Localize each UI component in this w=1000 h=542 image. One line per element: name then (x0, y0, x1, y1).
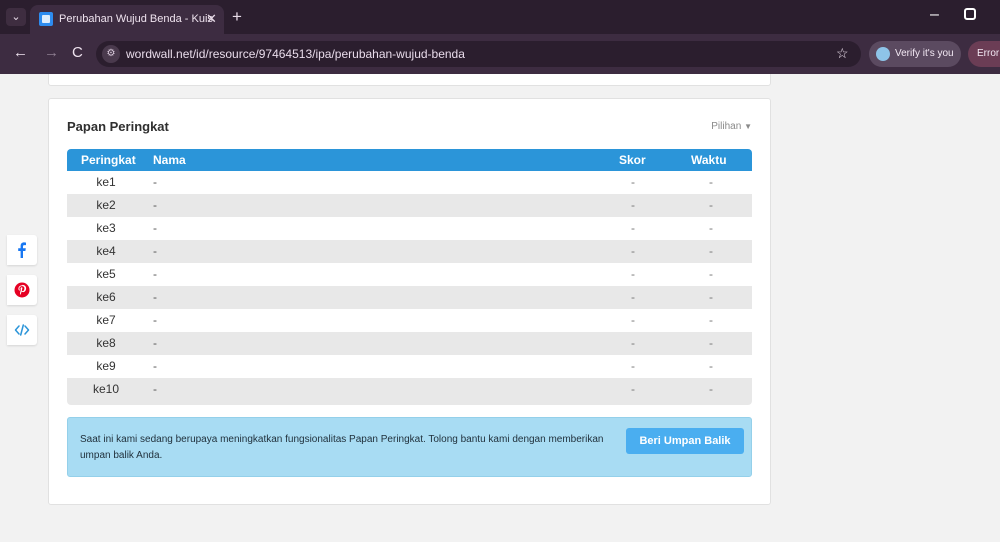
table-row: ke4 - - - (67, 240, 752, 263)
name-cell: - (153, 313, 157, 327)
table-row: ke10 - - - (67, 378, 752, 401)
score-cell: - (631, 382, 635, 396)
score-cell: - (631, 175, 635, 189)
score-cell: - (631, 290, 635, 304)
error-label: Error (977, 48, 1000, 59)
table-row: ke6 - - - (67, 286, 752, 309)
browser-toolbar: ← → C ⚙ wordwall.net/id/resource/9746451… (0, 34, 1000, 74)
table-row: ke5 - - - (67, 263, 752, 286)
leaderboard-title: Papan Peringkat (67, 119, 169, 134)
leaderboard-rows: ke1 - - - ke2 - - - ke3 - - - ke4 - - - ke5 - - - ke6 - -… (67, 171, 752, 401)
column-header-time: Waktu (691, 153, 727, 167)
forward-arrow-icon[interactable]: → (44, 44, 59, 61)
minimize-icon[interactable]: – (930, 6, 939, 24)
name-cell: - (153, 359, 157, 373)
score-cell: - (631, 313, 635, 327)
name-cell: - (153, 198, 157, 212)
new-tab-icon[interactable]: + (232, 7, 242, 27)
time-cell: - (709, 336, 713, 350)
name-cell: - (153, 267, 157, 281)
tab-title: Perubahan Wujud Benda - Kuis (59, 13, 213, 25)
name-cell: - (153, 175, 157, 189)
address-bar[interactable]: ⚙ wordwall.net/id/resource/97464513/ipa/… (96, 41, 861, 67)
wordwall-favicon-icon (39, 12, 53, 26)
column-header-name: Nama (153, 153, 186, 167)
time-cell: - (709, 382, 713, 396)
rank-cell: ke8 (96, 336, 116, 350)
table-row: ke1 - - - (67, 171, 752, 194)
profile-avatar-icon (876, 47, 890, 61)
tab-close-icon[interactable]: ✕ (206, 11, 217, 27)
reload-icon[interactable]: C (72, 44, 83, 61)
verify-label: Verify it's you (895, 48, 954, 59)
browser-tab[interactable]: Perubahan Wujud Benda - Kuis ✕ (30, 5, 224, 34)
rank-cell: ke7 (96, 313, 116, 327)
time-cell: - (709, 175, 713, 189)
time-cell: - (709, 267, 713, 281)
name-cell: - (153, 221, 157, 235)
rank-cell: ke6 (96, 290, 116, 304)
rank-cell: ke5 (96, 267, 116, 281)
score-cell: - (631, 244, 635, 258)
previous-card (48, 74, 771, 86)
leaderboard-header: Peringkat Nama Skor Waktu (67, 149, 752, 171)
page-viewport: Papan Peringkat Pilihan ▼ Peringkat Nama… (0, 74, 1000, 542)
facebook-icon (18, 242, 26, 258)
share-facebook-button[interactable] (7, 235, 37, 265)
give-feedback-button[interactable]: Beri Umpan Balik (626, 428, 744, 454)
options-label[interactable]: Pilihan (711, 121, 741, 132)
score-cell: - (631, 221, 635, 235)
time-cell: - (709, 221, 713, 235)
embed-code-icon (14, 324, 30, 336)
column-header-rank: Peringkat (81, 153, 136, 167)
rank-cell: ke4 (96, 244, 116, 258)
share-embed-button[interactable] (7, 315, 37, 345)
browser-tab-bar: ⌄ Perubahan Wujud Benda - Kuis ✕ + – (0, 0, 1000, 34)
name-cell: - (153, 382, 157, 396)
time-cell: - (709, 359, 713, 373)
rank-cell: ke10 (92, 382, 120, 396)
column-header-score: Skor (619, 153, 646, 167)
leaderboard-bottom-edge (67, 401, 752, 405)
caret-down-icon[interactable]: ▼ (744, 122, 752, 131)
time-cell: - (709, 244, 713, 258)
back-arrow-icon[interactable]: ← (13, 44, 28, 61)
verify-profile-chip[interactable]: Verify it's you (869, 41, 961, 67)
rank-cell: ke2 (96, 198, 116, 212)
name-cell: - (153, 336, 157, 350)
score-cell: - (631, 336, 635, 350)
score-cell: - (631, 267, 635, 281)
name-cell: - (153, 244, 157, 258)
score-cell: - (631, 359, 635, 373)
feedback-notice: Saat ini kami sedang berupaya meningkatk… (67, 417, 752, 477)
error-chip[interactable]: Error (968, 41, 1000, 67)
notice-text: Saat ini kami sedang berupaya meningkatk… (80, 434, 604, 461)
time-cell: - (709, 198, 713, 212)
pinterest-icon (14, 282, 30, 298)
table-row: ke9 - - - (67, 355, 752, 378)
table-row: ke8 - - - (67, 332, 752, 355)
rank-cell: ke9 (96, 359, 116, 373)
star-icon[interactable]: ☆ (836, 45, 849, 62)
time-cell: - (709, 290, 713, 304)
share-pinterest-button[interactable] (7, 275, 37, 305)
name-cell: - (153, 290, 157, 304)
table-row: ke2 - - - (67, 194, 752, 217)
score-cell: - (631, 198, 635, 212)
options-dropdown[interactable]: Pilihan ▼ (711, 121, 752, 132)
time-cell: - (709, 313, 713, 327)
rank-cell: ke1 (96, 175, 116, 189)
maximize-icon[interactable] (964, 8, 976, 20)
tab-search-menu-icon[interactable]: ⌄ (6, 8, 26, 26)
leaderboard-card: Papan Peringkat Pilihan ▼ Peringkat Nama… (48, 98, 771, 505)
table-row: ke3 - - - (67, 217, 752, 240)
site-info-icon[interactable]: ⚙ (102, 45, 120, 63)
rank-cell: ke3 (96, 221, 116, 235)
url-text[interactable]: wordwall.net/id/resource/97464513/ipa/pe… (126, 47, 465, 61)
table-row: ke7 - - - (67, 309, 752, 332)
